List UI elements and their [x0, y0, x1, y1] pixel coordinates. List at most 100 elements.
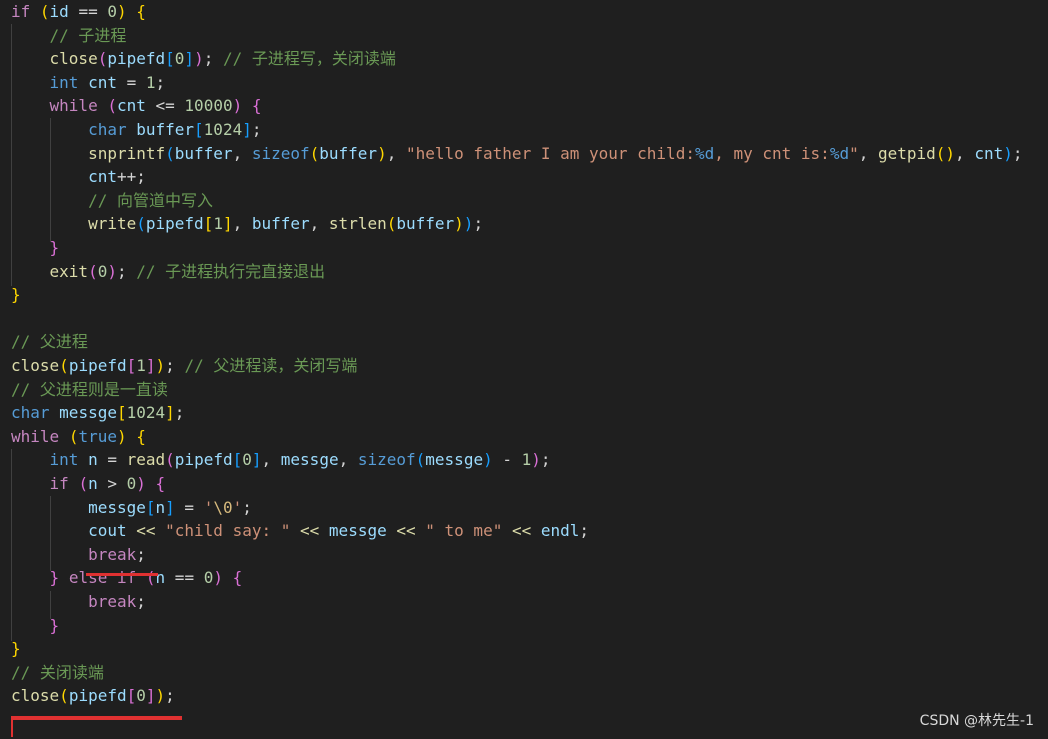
code-line[interactable]: cnt++; [11, 165, 146, 189]
code-line[interactable]: // 关闭读端 [11, 661, 104, 685]
code-token: 0 [242, 450, 252, 470]
code-line[interactable]: // 父进程 [11, 330, 88, 354]
code-token: () [935, 143, 956, 163]
code-token: cnt [88, 167, 117, 187]
code-token: cnt [88, 72, 117, 92]
code-token: ] [165, 403, 175, 423]
code-line[interactable]: break; [11, 590, 146, 614]
code-line[interactable]: // 父进程则是一直读 [11, 378, 168, 402]
code-line[interactable]: close(pipefd[1]); // 父进程读，关闭写端 [11, 354, 357, 378]
code-line[interactable]: close(pipefd[0]); // 子进程写，关闭读端 [11, 47, 396, 71]
code-token: ( [165, 450, 175, 470]
code-line[interactable]: char buffer[1024]; [11, 118, 261, 142]
code-token: ; [136, 592, 146, 611]
code-editor[interactable]: if (id == 0) { // 子进程 close(pipefd[0]); … [0, 0, 1048, 739]
code-line[interactable]: close(pipefd[0]); [11, 684, 175, 708]
code-token: [ [126, 686, 137, 706]
code-token: 1 [213, 214, 223, 234]
code-line[interactable]: while (cnt <= 10000) { [11, 94, 262, 118]
code-line[interactable]: } [11, 236, 60, 260]
code-token: n [88, 474, 98, 493]
code-token: ) [116, 426, 127, 446]
code-line[interactable]: exit(0); // 子进程执行完直接退出 [11, 260, 326, 284]
code-token: << [300, 521, 320, 541]
code-token: buffer [251, 214, 310, 234]
code-token: 1024 [203, 120, 243, 139]
code-token: ( [309, 143, 320, 163]
code-token: getpid [877, 143, 936, 163]
code-token: = [97, 450, 127, 470]
code-token: ) [531, 450, 541, 470]
code-token: n [155, 568, 166, 588]
code-line[interactable]: // 子进程 [11, 24, 127, 48]
code-token: 0 [126, 474, 137, 493]
code-token: "hello father I am your child: [405, 143, 695, 163]
code-token: true [78, 426, 117, 446]
code-line[interactable]: break; [11, 543, 146, 567]
code-token: ) [155, 686, 166, 706]
code-line[interactable]: if (id == 0) { [11, 0, 146, 24]
code-token: ; [155, 72, 166, 92]
code-token: %d [694, 143, 715, 163]
code-line[interactable]: if (n > 0) { [11, 472, 166, 496]
code-token: write [88, 214, 137, 234]
code-token: <= [145, 96, 185, 116]
code-token: ( [386, 214, 397, 234]
code-token: messge [88, 497, 146, 517]
code-token: char [11, 403, 50, 423]
code-line[interactable]: snprintf(buffer, sizeof(buffer), "hello … [11, 142, 1022, 166]
code-token: [ [145, 497, 156, 517]
code-token: ; [165, 356, 185, 375]
code-line[interactable]: // 向管道中写入 [11, 189, 213, 213]
code-line[interactable]: messge[n] = '\0'; [11, 496, 252, 520]
code-token: close [11, 356, 60, 375]
code-token: if [116, 568, 137, 588]
code-token: 1 [145, 72, 156, 92]
code-token: sizeof [357, 450, 416, 470]
code-token: cout [88, 521, 127, 541]
code-token: 0 [174, 49, 185, 69]
code-token: else [68, 568, 108, 588]
code-line[interactable]: } [11, 614, 60, 638]
code-token: ) [213, 568, 223, 588]
code-token: ( [107, 96, 117, 116]
code-token: [ [165, 49, 175, 69]
code-token: while [49, 96, 98, 116]
code-line[interactable]: while (true) { [11, 425, 146, 449]
watermark: CSDN @林先生-1 [919, 713, 1034, 729]
code-token: , [232, 214, 252, 234]
code-line[interactable]: int n = read(pipefd[0], messge, sizeof(m… [11, 448, 551, 472]
code-line[interactable]: char messge[1024]; [11, 401, 184, 425]
code-token: ( [78, 474, 89, 493]
code-line[interactable]: } else if (n == 0) { [11, 566, 243, 590]
code-line[interactable]: } [11, 283, 21, 307]
code-token: // 关闭读端 [11, 662, 104, 682]
code-token: endl [540, 521, 580, 541]
code-token: id [49, 2, 69, 21]
code-line[interactable]: write(pipefd[1], buffer, strlen(buffer))… [11, 212, 483, 236]
code-token: // 子进程 [49, 25, 127, 45]
code-token: , [386, 143, 406, 163]
code-line[interactable]: cout << "child say: " << messge << " to … [11, 519, 589, 543]
code-line[interactable]: int cnt = 1; [11, 71, 166, 95]
code-token: ( [68, 426, 79, 446]
code-token: close [11, 686, 60, 706]
code-token: ] [222, 214, 233, 234]
red-underline-close [11, 716, 182, 720]
code-token: if [49, 474, 69, 493]
code-token: break [88, 544, 137, 564]
code-line[interactable]: } [11, 637, 21, 661]
